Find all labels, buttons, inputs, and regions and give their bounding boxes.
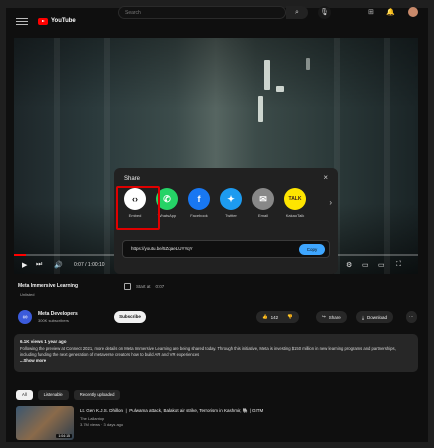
share-title: Share xyxy=(124,176,141,182)
show-more-link[interactable]: ...Show more xyxy=(20,358,412,363)
logo-text: YouTube xyxy=(51,18,76,24)
share-target-label: Twitter xyxy=(225,213,237,218)
share-target-twitter[interactable]: ✦ Twitter xyxy=(218,188,244,218)
video-shelf xyxy=(54,38,60,274)
share-button[interactable]: ↪ Share xyxy=(316,311,347,323)
kakaotalk-icon: TALK xyxy=(284,188,306,210)
email-icon: ✉ xyxy=(252,188,274,210)
video-light xyxy=(276,86,284,92)
volume-icon[interactable]: 🔊 xyxy=(54,261,63,269)
settings-icon[interactable]: ⚙ xyxy=(346,261,352,269)
share-target-email[interactable]: ✉ Email xyxy=(250,188,276,218)
theater-icon[interactable]: ▭ xyxy=(378,261,385,269)
share-target-label: WhatsApp xyxy=(157,213,177,218)
share-url-field[interactable]: https://youtu.be/5ZqaeLUYYqY Copy xyxy=(122,240,330,258)
description-box[interactable]: 6.1K views 1 year ago Following the prev… xyxy=(14,334,418,372)
like-count: 142 xyxy=(270,314,279,320)
chip-all[interactable]: All xyxy=(16,390,33,400)
download-label: Download xyxy=(367,314,388,320)
chevron-right-icon[interactable]: › xyxy=(329,198,332,207)
chip-recently-uploaded[interactable]: Recently uploaded xyxy=(73,390,121,400)
share-target-facebook[interactable]: f Facebook xyxy=(186,188,212,218)
share-url: https://youtu.be/5ZqaeLUYYqY xyxy=(131,246,193,251)
channel-subscribers: 300K subscribers xyxy=(38,318,69,323)
twitter-icon: ✦ xyxy=(220,188,242,210)
time-display: 0:07 / 1:00:10 xyxy=(74,262,105,268)
channel-row: ∞ Meta Developers 300K subscribers Subsc… xyxy=(18,310,418,326)
download-icon: ⤓ xyxy=(362,314,364,320)
start-at-row: Start at 0:07 xyxy=(124,283,164,290)
menu-icon[interactable] xyxy=(16,17,28,25)
recommendation-title[interactable]: Lt. Gen K.J.S. Dhillon ❘ Pulwama attack,… xyxy=(80,408,263,414)
facebook-icon: f xyxy=(188,188,210,210)
video-title: Meta Immersive Learning xyxy=(18,283,79,289)
embed-highlight xyxy=(116,186,160,230)
start-at-checkbox[interactable] xyxy=(124,283,131,290)
recommendation-meta: 3.7M views · 3 days ago xyxy=(80,422,124,427)
view-stats: 6.1K views 1 year ago xyxy=(20,339,67,344)
share-target-kakaotalk[interactable]: TALK KakaoTalk xyxy=(282,188,308,218)
fullscreen-icon[interactable]: ⛶ xyxy=(396,261,401,269)
description-text: Following the preview at Connect 2021, m… xyxy=(20,346,396,357)
video-light xyxy=(264,60,270,90)
youtube-play-icon xyxy=(38,17,48,25)
recommendation-channel: The Lallantop xyxy=(80,416,105,421)
subscribe-button[interactable]: Subscribe xyxy=(114,311,146,323)
bell-icon[interactable]: 🔔 xyxy=(386,8,395,16)
like-button[interactable]: 👍 142 👎 xyxy=(256,311,299,323)
channel-name[interactable]: Meta Developers xyxy=(38,311,78,317)
search-input[interactable]: Search xyxy=(118,6,286,19)
duration-badge: 1:04:15 xyxy=(56,434,72,438)
mic-icon[interactable]: 🎙 xyxy=(318,6,331,19)
more-actions-icon[interactable]: ⋯ xyxy=(406,311,417,323)
share-icon: ↪ xyxy=(322,314,326,319)
unlisted-badge: Unlisted xyxy=(20,292,35,297)
chip-listenable[interactable]: Listenable xyxy=(37,390,69,400)
recommendation-item[interactable]: 1:04:15 Lt. Gen K.J.S. Dhillon ❘ Pulwama… xyxy=(16,406,416,440)
chip-bar: All Listenable Recently uploaded xyxy=(16,390,121,400)
share-target-label: Email xyxy=(257,213,268,218)
share-target-label: KakaoTalk xyxy=(285,213,305,218)
play-icon[interactable]: ▶ xyxy=(22,261,27,269)
thumbs-up-icon: 👍 xyxy=(262,314,268,319)
close-icon[interactable]: × xyxy=(323,173,328,182)
share-label: Share xyxy=(328,314,341,320)
download-button[interactable]: ⤓ Download xyxy=(356,311,394,323)
video-shelf xyxy=(104,38,110,274)
copy-button[interactable]: Copy xyxy=(299,244,325,255)
youtube-logo[interactable]: YouTube xyxy=(38,17,76,25)
start-at-time[interactable]: 0:07 xyxy=(156,284,165,289)
share-target-label: Facebook xyxy=(190,213,208,218)
video-light xyxy=(258,96,263,122)
miniplayer-icon[interactable]: ▭ xyxy=(362,261,369,269)
search-icon[interactable]: ⌕ xyxy=(286,6,308,19)
recommendation-thumbnail[interactable]: 1:04:15 xyxy=(16,406,74,440)
create-icon[interactable]: ⊞ xyxy=(368,8,374,16)
progress-fill xyxy=(14,254,27,256)
next-icon[interactable]: ⏭ xyxy=(36,261,42,269)
account-avatar[interactable] xyxy=(408,7,418,17)
video-shelf xyxy=(384,38,390,274)
thumbs-down-icon: 👎 xyxy=(287,314,293,319)
start-at-label: Start at xyxy=(136,284,151,289)
channel-avatar[interactable]: ∞ xyxy=(18,310,32,324)
video-light xyxy=(306,58,310,70)
